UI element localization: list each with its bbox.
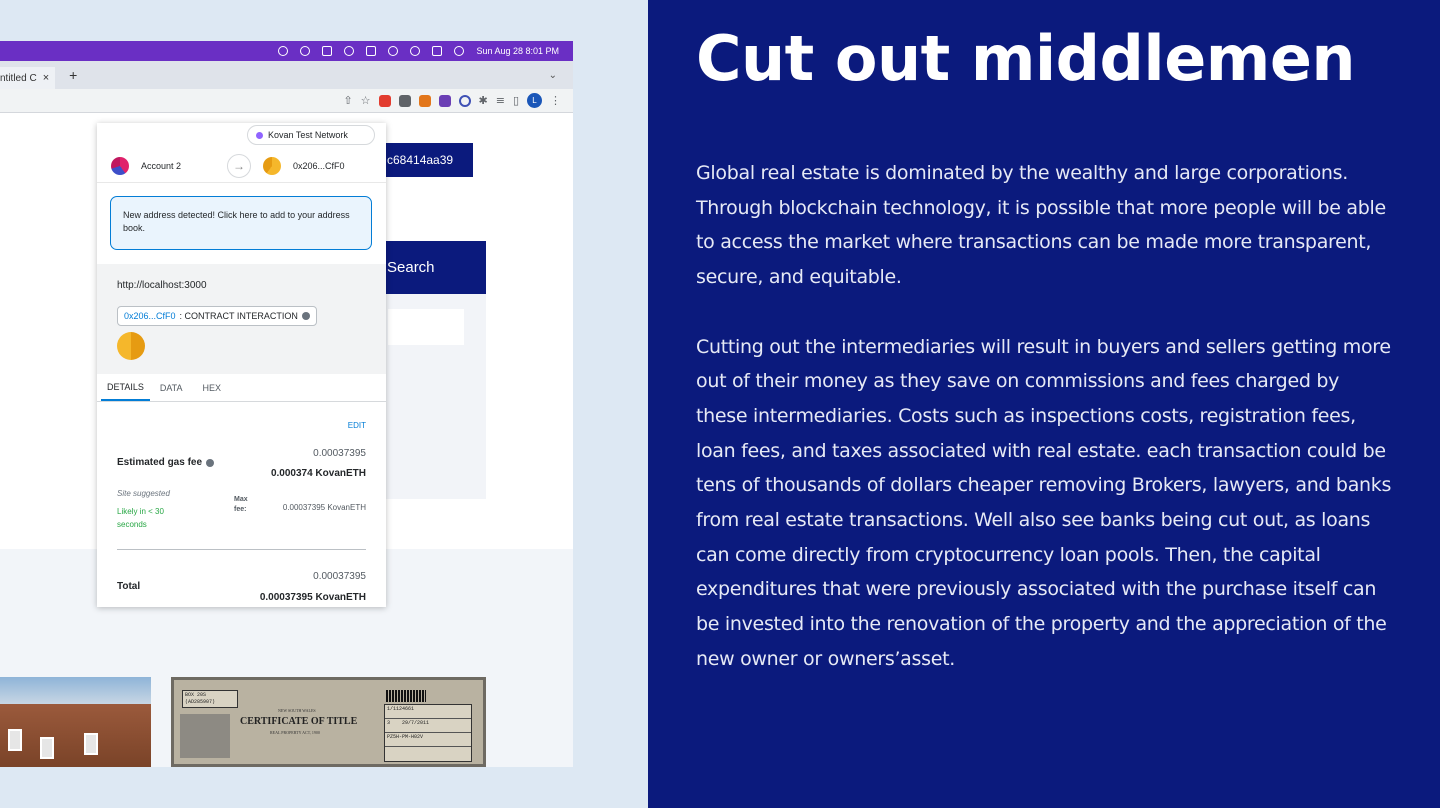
browser-screenshot: Sun Aug 28 8:01 PM ntitled C × + ⌄ ⇧ ☆ ✱… <box>0 41 573 767</box>
cert-photo-image <box>180 714 230 758</box>
tab-data[interactable]: DATA <box>150 374 193 401</box>
from-account-name: Account 2 <box>141 160 182 171</box>
extension-purple-icon[interactable] <box>438 94 451 107</box>
gas-fee-primary: 0.000374 KovanETH <box>270 468 366 479</box>
cert-act: REAL PROPERTY ACT, 1900 <box>270 730 320 735</box>
max-fee-label: Max fee: <box>234 496 248 513</box>
tab-close-icon[interactable]: × <box>43 72 49 84</box>
info-icon[interactable] <box>301 312 310 320</box>
paragraph-1: Global real estate is dominated by the w… <box>696 162 1386 289</box>
from-account[interactable]: Account 2 <box>97 156 227 175</box>
contract-label: : CONTRACT INTERACTION <box>179 311 298 321</box>
profile-avatar[interactable]: L <box>527 93 542 108</box>
bookmark-star-icon[interactable]: ☆ <box>361 94 371 107</box>
flag-icon[interactable] <box>322 46 333 56</box>
cert-date: 29/7/2011 <box>402 720 430 726</box>
cert-folio: 1/1124661 <box>385 705 471 719</box>
likely-time: Likely in < 30 seconds <box>117 507 164 529</box>
minus-circle-icon[interactable] <box>300 46 311 56</box>
share-icon[interactable]: ⇧ <box>343 94 352 107</box>
divider <box>117 549 366 550</box>
cert-table: 1/1124661 3 29/7/2011 PZ5H-PM-H02V <box>384 704 472 762</box>
search-icon[interactable] <box>410 46 421 56</box>
network-dot-icon <box>256 131 263 139</box>
extension-red-icon[interactable] <box>378 94 391 107</box>
recipient-avatar <box>263 156 281 175</box>
max-fee-value: 0.00037395 KovanETH <box>282 503 366 512</box>
total-secondary: 0.00037395 <box>313 571 366 582</box>
tab-hex[interactable]: HEX <box>193 374 232 401</box>
edit-gas-button[interactable]: EDIT <box>348 421 366 430</box>
record-icon[interactable] <box>278 46 289 56</box>
gas-fee-label-text: Estimated gas fee <box>117 457 203 468</box>
more-menu-icon[interactable]: ⋮ <box>550 94 561 107</box>
contract-interaction-chip[interactable]: 0x206...CfF0 : CONTRACT INTERACTION <box>117 306 317 326</box>
tab-details[interactable]: DETAILS <box>101 374 150 401</box>
gas-fee-label: Estimated gas fee <box>117 457 215 468</box>
cert-barcode <box>386 690 426 702</box>
cert-state: NEW SOUTH WALES <box>278 708 316 713</box>
transaction-origin-section: http://localhost:3000 0x206...CfF0 : CON… <box>97 264 386 374</box>
side-panel-icon[interactable]: ▯ <box>513 94 519 107</box>
wallet-address-chip[interactable]: c68414aa39 <box>383 143 473 177</box>
extensions-puzzle-icon[interactable]: ✱ <box>479 94 488 107</box>
browser-tab[interactable]: ntitled C × <box>0 67 56 89</box>
house-photo[interactable] <box>0 677 151 767</box>
token-identicon <box>117 332 145 360</box>
house-window <box>84 733 98 755</box>
extension-gray-icon[interactable] <box>398 94 411 107</box>
volume-icon[interactable] <box>344 46 355 56</box>
account-avatar <box>111 156 129 175</box>
new-address-notice[interactable]: New address detected! Click here to add … <box>110 196 372 250</box>
gas-fee-secondary: 0.00037395 <box>313 448 366 459</box>
network-selector[interactable]: Kovan Test Network <box>247 125 375 145</box>
contract-address: 0x206...CfF0 <box>124 311 176 321</box>
reading-list-icon[interactable]: ≡ <box>496 94 505 107</box>
slide-body: Global real estate is dominated by the w… <box>696 156 1396 677</box>
total-primary: 0.00037395 KovanETH <box>259 592 366 603</box>
tab-search-chevron-icon[interactable]: ⌄ <box>549 70 557 81</box>
keyboard-icon[interactable] <box>366 46 377 56</box>
wifi-icon[interactable] <box>388 46 399 56</box>
site-suggested-label: Site suggested <box>117 489 170 498</box>
browser-toolbar: ⇧ ☆ ✱ ≡ ▯ L ⋮ <box>0 89 573 113</box>
metamask-popup: Kovan Test Network Account 2 → 0x206...C… <box>97 123 386 607</box>
network-name: Kovan Test Network <box>268 130 348 140</box>
to-account-address: 0x206...CfF0 <box>293 160 345 171</box>
macos-menubar: Sun Aug 28 8:01 PM <box>0 41 573 61</box>
search-button[interactable]: Search <box>383 241 486 294</box>
origin-url: http://localhost:3000 <box>117 280 207 291</box>
paragraph-2: Cutting out the intermediaries will resu… <box>696 335 1392 670</box>
tab-title: ntitled C <box>0 72 37 84</box>
cert-edition: 3 <box>387 720 391 726</box>
browser-tab-strip: ntitled C × + ⌄ <box>0 61 573 89</box>
cert-edition-row: 3 29/7/2011 <box>385 719 471 733</box>
slide-text-panel: Cut out middlemen Global real estate is … <box>648 0 1440 808</box>
info-icon[interactable] <box>206 458 215 467</box>
search-input[interactable] <box>388 309 464 345</box>
house-window <box>8 729 22 751</box>
cert-title: CERTIFICATE OF TITLE <box>240 716 358 727</box>
slide-heading: Cut out middlemen <box>696 22 1356 95</box>
arrow-right-icon: → <box>227 153 251 178</box>
house-window <box>40 737 54 759</box>
certificate-photo[interactable]: BOX 20S (AD285907) NEW SOUTH WALES CERTI… <box>171 677 486 767</box>
extension-ring-icon[interactable] <box>458 94 471 107</box>
metamask-fox-icon[interactable] <box>418 94 431 107</box>
total-label: Total <box>117 581 141 592</box>
siri-icon[interactable] <box>454 46 465 56</box>
account-row: Account 2 → 0x206...CfF0 <box>97 149 386 183</box>
new-tab-button[interactable]: + <box>69 67 77 83</box>
to-account[interactable]: 0x206...CfF0 <box>251 156 345 175</box>
details-tabs: DETAILS DATA HEX <box>97 374 386 402</box>
cert-code: PZ5H-PM-H02V <box>385 733 471 747</box>
control-center-icon[interactable] <box>432 46 443 56</box>
menubar-clock[interactable]: Sun Aug 28 8:01 PM <box>476 46 559 56</box>
cert-box-label: BOX 20S (AD285907) <box>182 690 238 708</box>
